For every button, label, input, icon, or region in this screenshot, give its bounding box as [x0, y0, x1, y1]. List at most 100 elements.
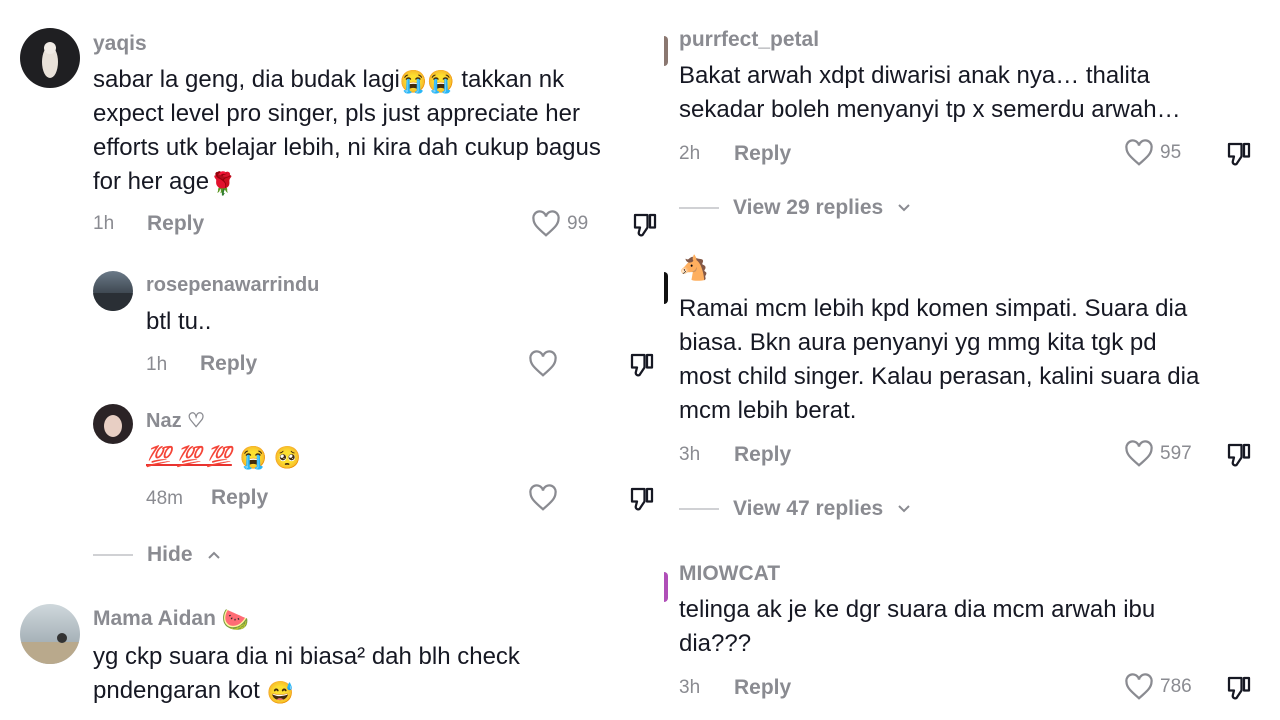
dislike-button[interactable]: [630, 210, 660, 245]
comment-text-line: sabar la geng, dia budak lagi: [93, 66, 400, 93]
reply-username[interactable]: rosepenawarrindu: [146, 274, 319, 297]
reply-button[interactable]: Reply: [211, 486, 268, 510]
avatar[interactable]: [93, 404, 133, 444]
like-count: 99: [567, 213, 589, 234]
comment-time: 1h: [93, 213, 115, 234]
avatar-image: [42, 42, 58, 78]
comment-text-line: sekadar boleh menyanyi tp x semerdu arwa…: [679, 96, 1181, 123]
dislike-icon: [1227, 443, 1251, 467]
dislike-icon: [633, 213, 657, 237]
comment-text-line: most child singer. Kalau perasan, kalini…: [679, 363, 1200, 390]
comment-text-line: expect level pro singer, pls just apprec…: [93, 100, 580, 127]
comment-text: yg ckp suara dia ni biasa² dah blh check…: [93, 640, 658, 708]
like-count: 786: [1160, 676, 1192, 697]
reply-text: 💯 💯 💯 😭 🥺: [146, 439, 301, 474]
avatar[interactable]: [20, 28, 80, 88]
hundred-points-emoji: 💯 💯 💯: [146, 446, 232, 468]
hide-label: Hide: [147, 543, 193, 566]
comment-text-line: Bakat arwah xdpt diwarisi anak nya… thal…: [679, 62, 1150, 89]
watermelon-emoji: 🍉: [221, 607, 250, 632]
comment-text-line: takkan nk: [461, 66, 565, 93]
view-replies-label: View 29 replies: [733, 196, 884, 219]
pleading-face-emoji: 🥺: [273, 445, 302, 470]
reply-button[interactable]: Reply: [734, 443, 791, 467]
avatar-image: [93, 293, 133, 311]
like-button[interactable]: [528, 484, 558, 512]
heart-icon: [1125, 440, 1153, 467]
dislike-icon: [1227, 676, 1251, 700]
avatar[interactable]: [20, 604, 80, 664]
comment-username[interactable]: yaqis: [93, 32, 147, 56]
comment-text-line: Ramai mcm lebih kpd komen simpati. Suara…: [679, 295, 1188, 322]
comment-text-line: mcm lebih berat.: [679, 397, 857, 424]
heart-icon: [1125, 139, 1153, 166]
reply-button[interactable]: Reply: [200, 352, 257, 376]
comment-text-line: dia???: [679, 630, 752, 657]
comment-username[interactable]: Mama Aidan 🍉: [93, 607, 249, 632]
comment-text: Ramai mcm lebih kpd komen simpati. Suara…: [679, 292, 1274, 428]
heart-icon: [532, 210, 560, 237]
comment-text: Bakat arwah xdpt diwarisi anak nya… thal…: [679, 59, 1274, 127]
avatar-edge: [664, 272, 668, 304]
right-comment-panel: purrfect_petal Bakat arwah xdpt diwarisi…: [664, 0, 1280, 720]
like-button[interactable]: 597: [1124, 440, 1192, 468]
crying-face-emoji: 😭😭: [399, 69, 455, 94]
dislike-button[interactable]: [627, 484, 657, 519]
view-replies-label: View 47 replies: [733, 497, 884, 520]
divider-line: [93, 554, 133, 556]
dislike-button[interactable]: [627, 350, 657, 385]
view-replies-button[interactable]: View 47 replies: [679, 497, 911, 521]
heart-icon: [529, 350, 557, 377]
comment-text-line: telinga ak je ke dgr suara dia mcm arwah…: [679, 596, 1156, 623]
comment-username[interactable]: purrfect_petal: [679, 28, 819, 52]
grinning-sweat-emoji: 😅: [266, 680, 294, 705]
avatar-image: [20, 633, 80, 664]
dislike-icon: [630, 487, 654, 511]
reply-button[interactable]: Reply: [734, 142, 791, 166]
dislike-button[interactable]: [1224, 440, 1254, 475]
dislike-button[interactable]: [1224, 139, 1254, 174]
avatar-edge: [664, 36, 668, 66]
avatar[interactable]: [93, 271, 133, 311]
reply-time: 48m: [146, 488, 183, 509]
reply-time: 1h: [146, 354, 168, 375]
hide-replies-button[interactable]: Hide: [93, 543, 221, 567]
comment-text-line: biasa. Bkn aura penyanyi yg mmg kita tgk…: [679, 329, 1157, 356]
horse-emoji: 🐴: [679, 255, 709, 282]
comment-time: 2h: [679, 143, 701, 164]
heart-icon: [1125, 673, 1153, 700]
rose-emoji: 🌹: [209, 171, 237, 196]
left-comment-panel: yaqis sabar la geng, dia budak lagi😭😭 ta…: [0, 0, 664, 720]
comment-text-line: for her age: [93, 168, 210, 195]
comment-username-text: Mama Aidan: [93, 607, 216, 630]
heart-icon: [529, 484, 557, 511]
comment-text-line: pndengaran kot: [93, 677, 260, 704]
comment-time: 3h: [679, 444, 701, 465]
reply-button[interactable]: Reply: [734, 676, 791, 700]
like-button[interactable]: 786: [1124, 673, 1192, 701]
avatar-edge: [664, 572, 668, 602]
dislike-icon: [630, 353, 654, 377]
comment-username[interactable]: 🐴: [679, 256, 709, 281]
crying-face-emoji: 😭: [239, 445, 268, 470]
chevron-down-icon: [898, 505, 910, 513]
like-button[interactable]: 95: [1124, 139, 1181, 167]
avatar-image: [104, 415, 122, 437]
comment-text: sabar la geng, dia budak lagi😭😭 takkan n…: [93, 63, 658, 199]
divider-line: [679, 508, 719, 510]
like-button[interactable]: 99: [531, 210, 588, 238]
reply-button[interactable]: Reply: [147, 212, 204, 236]
comment-text: telinga ak je ke dgr suara dia mcm arwah…: [679, 593, 1274, 661]
like-button[interactable]: [528, 350, 558, 378]
like-count: 95: [1160, 142, 1182, 163]
comment-username[interactable]: MIOWCAT: [679, 562, 780, 586]
comment-text-line: yg ckp suara dia ni biasa² dah blh check: [93, 643, 520, 670]
comment-text-line: efforts utk belajar lebih, ni kira dah c…: [93, 134, 601, 161]
dislike-icon: [1227, 142, 1251, 166]
like-count: 597: [1160, 443, 1192, 464]
view-replies-button[interactable]: View 29 replies: [679, 196, 911, 220]
reply-text: btl tu..: [146, 308, 212, 335]
reply-username[interactable]: Naz ♡: [146, 408, 205, 433]
chevron-up-icon: [207, 551, 220, 559]
dislike-button[interactable]: [1224, 673, 1254, 708]
